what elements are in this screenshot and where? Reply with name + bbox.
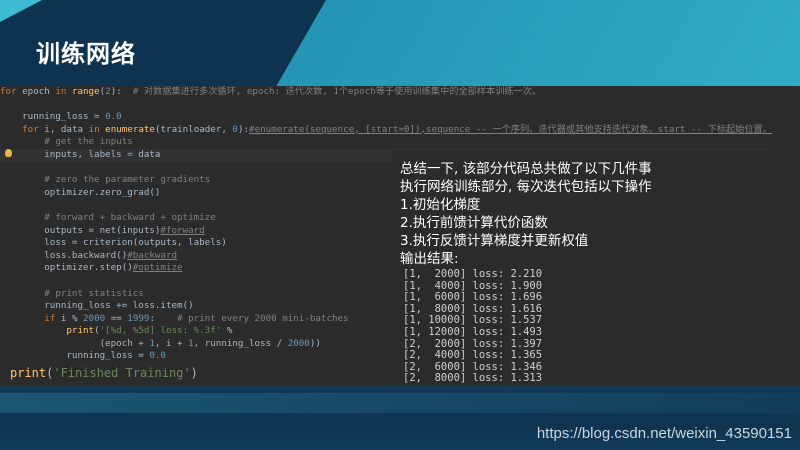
code-token: # zero the parameter gradients [0,174,211,186]
code-token: 1999 [127,312,150,324]
slide-title: 训练网络 [36,40,136,68]
code-token: for [0,86,17,97]
footer-light [0,393,800,413]
code-token: if [44,312,56,324]
code-token: 2000 [83,312,106,324]
code-token: ): [237,123,250,135]
code-token: enumerate [105,123,155,135]
summary-line: 执行网络训练部分, 每次迭代包括以下操作 [400,179,652,195]
code-token: '[%d, %5d] loss: %.3f' [99,325,222,337]
code-token: running_loss = [0,111,106,123]
code-token: outputs = net(inputs) [0,224,161,236]
code-token: optimizer.step() [0,262,133,274]
output-line: [1, 12000] loss: 1.493 [403,325,543,338]
summary-text: 总结一下, 该部分代码总共做了以下几件事 执行网络训练部分, 每次迭代包括以下操作… [400,160,652,268]
summary-line: 输出结果: [400,251,459,267]
code-token: in [55,86,67,97]
code-token: # print statistics [0,287,144,299]
code-token: epoch [16,86,56,97]
summary-line: 3.执行反馈计算梯度并更新权值 [400,233,589,249]
code-token: , running_loss / [193,337,288,349]
output-line: [1, 2000] loss: 2.210 [403,269,543,280]
code-token: )) [309,337,321,349]
code-token: for [22,123,39,135]
code-token: (trainloader, [154,123,233,135]
code-token: # print every 2000 mini-batches [177,312,349,324]
code-token: , i + [154,337,189,349]
output-line: [2, 4000] loss: 1.365 [403,349,543,362]
code-token: print [66,325,95,337]
code-token: : [149,312,178,324]
code-token: i % [55,312,84,324]
code-line: for i, data in enumerate(trainloader, 0)… [0,124,772,137]
watermark: https://blog.csdn.net/weixin_43590151 [536,425,792,442]
code-token: # forward + backward + optimize [0,211,216,223]
code-token: # 对数据集进行多次循环, epoch: 迭代次数, 1个epoch等于使用训练… [132,86,542,97]
code-token: # get the inputs [0,136,133,148]
code-token: (epoch + [0,337,150,349]
code-token: running_loss += loss.item() [0,300,194,312]
code-token: i, data [38,123,89,135]
code-token: range [66,86,100,97]
code-token: % [221,325,233,337]
code-line: running_loss = 0.0 [0,111,772,124]
summary-line: 总结一下, 该部分代码总共做了以下几件事 [400,161,652,177]
code-token: loss.backward() [0,249,128,261]
code-token: 0.0 [149,350,166,362]
code-token: #optimize [132,262,183,274]
code-token: 2000 [287,337,310,349]
paren-close: ) [190,366,198,380]
code-token: loss = criterion(outputs, labels) [0,237,227,249]
lightbulb-icon[interactable] [5,149,12,157]
finished-string: 'Finished Training' [53,366,191,380]
corner-triangle [0,0,42,22]
code-token: running_loss = [0,350,150,362]
summary-line: 1.初始化梯度 [400,197,481,213]
summary-line: 2.执行前馈计算代价函数 [400,215,548,231]
training-output: [1, 2000] loss: 2.210 [1, 4000] loss: 1.9… [403,269,542,386]
code-token: #enumerate(sequence, [start=0]),sequence… [249,123,772,135]
code-token: in [88,123,100,135]
code-token: #backward [127,249,178,261]
code-token: optimizer.zero_grad() [0,186,161,198]
print-call: print [10,366,47,380]
code-token: #forward [160,224,205,236]
code-token: ): [110,86,133,97]
code-line: # get the inputs [0,136,772,149]
code-token: inputs, labels = data [0,148,161,160]
code-token: == [105,312,128,324]
code-token: 0.0 [105,111,122,123]
code-line: for epoch in range(2): # 对数据集进行多次循环, epo… [0,86,772,99]
finished-training-line: print('Finished Training') [10,366,198,380]
